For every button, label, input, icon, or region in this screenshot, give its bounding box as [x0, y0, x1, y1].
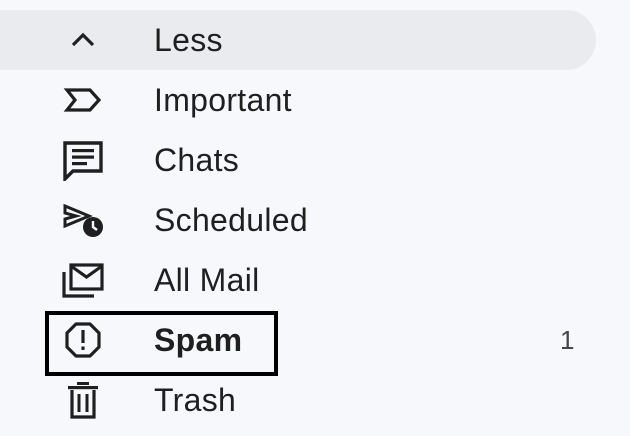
sidebar-item-trash[interactable]: Trash [0, 370, 596, 430]
sidebar-item-scheduled[interactable]: Scheduled [0, 190, 596, 250]
sidebar-item-less[interactable]: Less [0, 10, 596, 70]
sidebar-item-label: Trash [154, 382, 237, 418]
unread-count-badge: 1 [560, 325, 575, 355]
sidebar-item-chats[interactable]: Chats [0, 130, 596, 190]
sidebar-item-label: Spam [154, 322, 243, 358]
spam-report-icon [60, 321, 106, 359]
all-mail-icon [60, 261, 106, 299]
important-label-icon [60, 81, 106, 119]
sidebar-item-important[interactable]: Important [0, 70, 596, 130]
sidebar-item-label: All Mail [154, 262, 260, 298]
chevron-up-icon [60, 21, 106, 59]
sidebar-item-label: Scheduled [154, 202, 308, 238]
sidebar-item-spam[interactable]: Spam 1 [0, 310, 596, 370]
sidebar-item-all-mail[interactable]: All Mail [0, 250, 596, 310]
sidebar-nav: Less Important Chats Scheduled All Mail … [0, 0, 630, 436]
sidebar-item-label: Less [154, 22, 223, 58]
sidebar-item-label: Important [154, 82, 292, 118]
trash-icon [60, 381, 106, 419]
chat-bubble-icon [60, 141, 106, 181]
scheduled-send-icon [60, 201, 106, 239]
sidebar-item-label: Chats [154, 142, 240, 178]
